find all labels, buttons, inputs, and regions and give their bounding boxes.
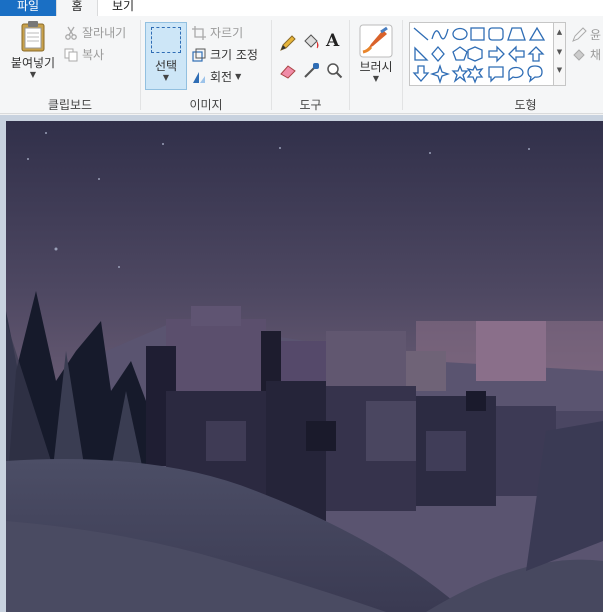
cut-label: 잘라내기 xyxy=(82,26,127,40)
eraser-icon[interactable] xyxy=(279,63,297,79)
paste-button[interactable]: 붙여넣기 ▼ xyxy=(6,20,60,90)
clipboard-group-label: 클립보드 xyxy=(47,98,93,112)
fill-label: 채 xyxy=(590,48,602,62)
copy-icon xyxy=(64,48,78,61)
brushes-dropdown-icon[interactable]: ▼ xyxy=(373,75,379,83)
outline-button[interactable]: 윤 xyxy=(572,26,601,43)
gallery-expand-icon[interactable]: ▼ xyxy=(554,66,565,74)
fill-bucket-icon[interactable] xyxy=(302,33,320,51)
scroll-down-icon[interactable]: ▼ xyxy=(554,48,565,56)
resize-icon xyxy=(192,48,206,62)
fill-button[interactable]: 채 xyxy=(572,46,601,63)
brush-icon xyxy=(359,24,393,58)
select-button[interactable]: 선택 ▼ xyxy=(145,22,187,90)
tools-group-label: 도구 xyxy=(299,98,322,112)
copy-button[interactable]: 복사 xyxy=(64,46,104,63)
scroll-up-icon[interactable]: ▲ xyxy=(554,28,565,36)
crop-button[interactable]: 자르기 xyxy=(192,24,243,41)
shapes-gallery[interactable] xyxy=(409,22,566,86)
tab-home[interactable]: 홈 xyxy=(56,0,98,16)
outline-pen-icon xyxy=(572,27,587,42)
paste-label: 붙여넣기 xyxy=(10,56,56,70)
resize-button[interactable]: 크기 조정 xyxy=(192,46,258,63)
ribbon-tabs: 파일 홈 보기 xyxy=(0,0,603,16)
crop-icon xyxy=(192,25,206,40)
rotate-label: 회전 xyxy=(210,70,233,84)
drawing-canvas[interactable] xyxy=(6,121,603,612)
brushes-label: 브러시 xyxy=(359,60,393,74)
separator xyxy=(349,20,350,110)
pencil-icon[interactable] xyxy=(279,34,297,52)
selection-marquee-icon xyxy=(151,27,181,53)
brushes-button[interactable]: 브러시 ▼ xyxy=(356,24,396,83)
resize-label: 크기 조정 xyxy=(210,48,258,62)
shapes-gallery-scrollbar[interactable]: ▲ ▼ ▼ xyxy=(553,22,566,86)
paste-dropdown-icon[interactable]: ▼ xyxy=(30,71,36,79)
rotate-icon xyxy=(193,71,205,83)
magnifier-icon[interactable] xyxy=(326,62,343,79)
select-label: 선택 xyxy=(154,59,178,73)
shapes-group-label: 도형 xyxy=(514,98,537,112)
ribbon: 붙여넣기 ▼ 잘라내기 복사 클립보드 선택 ▼ 자르기 크기 조정 회전 ▼ … xyxy=(0,16,603,114)
fill-icon xyxy=(573,49,585,61)
clipboard-icon xyxy=(21,21,45,52)
cut-button[interactable]: 잘라내기 xyxy=(64,24,126,41)
night-mountain-landscape-image xyxy=(6,121,603,612)
tab-view[interactable]: 보기 xyxy=(98,0,148,16)
crop-label: 자르기 xyxy=(210,26,244,40)
outline-label: 윤 xyxy=(590,28,602,42)
scissors-icon xyxy=(65,26,77,40)
image-group-label: 이미지 xyxy=(189,98,223,112)
select-dropdown-icon[interactable]: ▼ xyxy=(163,74,169,82)
rotate-dropdown-icon[interactable]: ▼ xyxy=(235,72,241,81)
rotate-button[interactable]: 회전 ▼ xyxy=(192,68,241,85)
tab-file[interactable]: 파일 xyxy=(0,0,56,16)
shapes-grid-icon xyxy=(412,26,546,85)
text-icon[interactable]: A xyxy=(326,31,339,51)
color-picker-icon[interactable] xyxy=(303,62,320,79)
copy-label: 복사 xyxy=(82,48,105,62)
